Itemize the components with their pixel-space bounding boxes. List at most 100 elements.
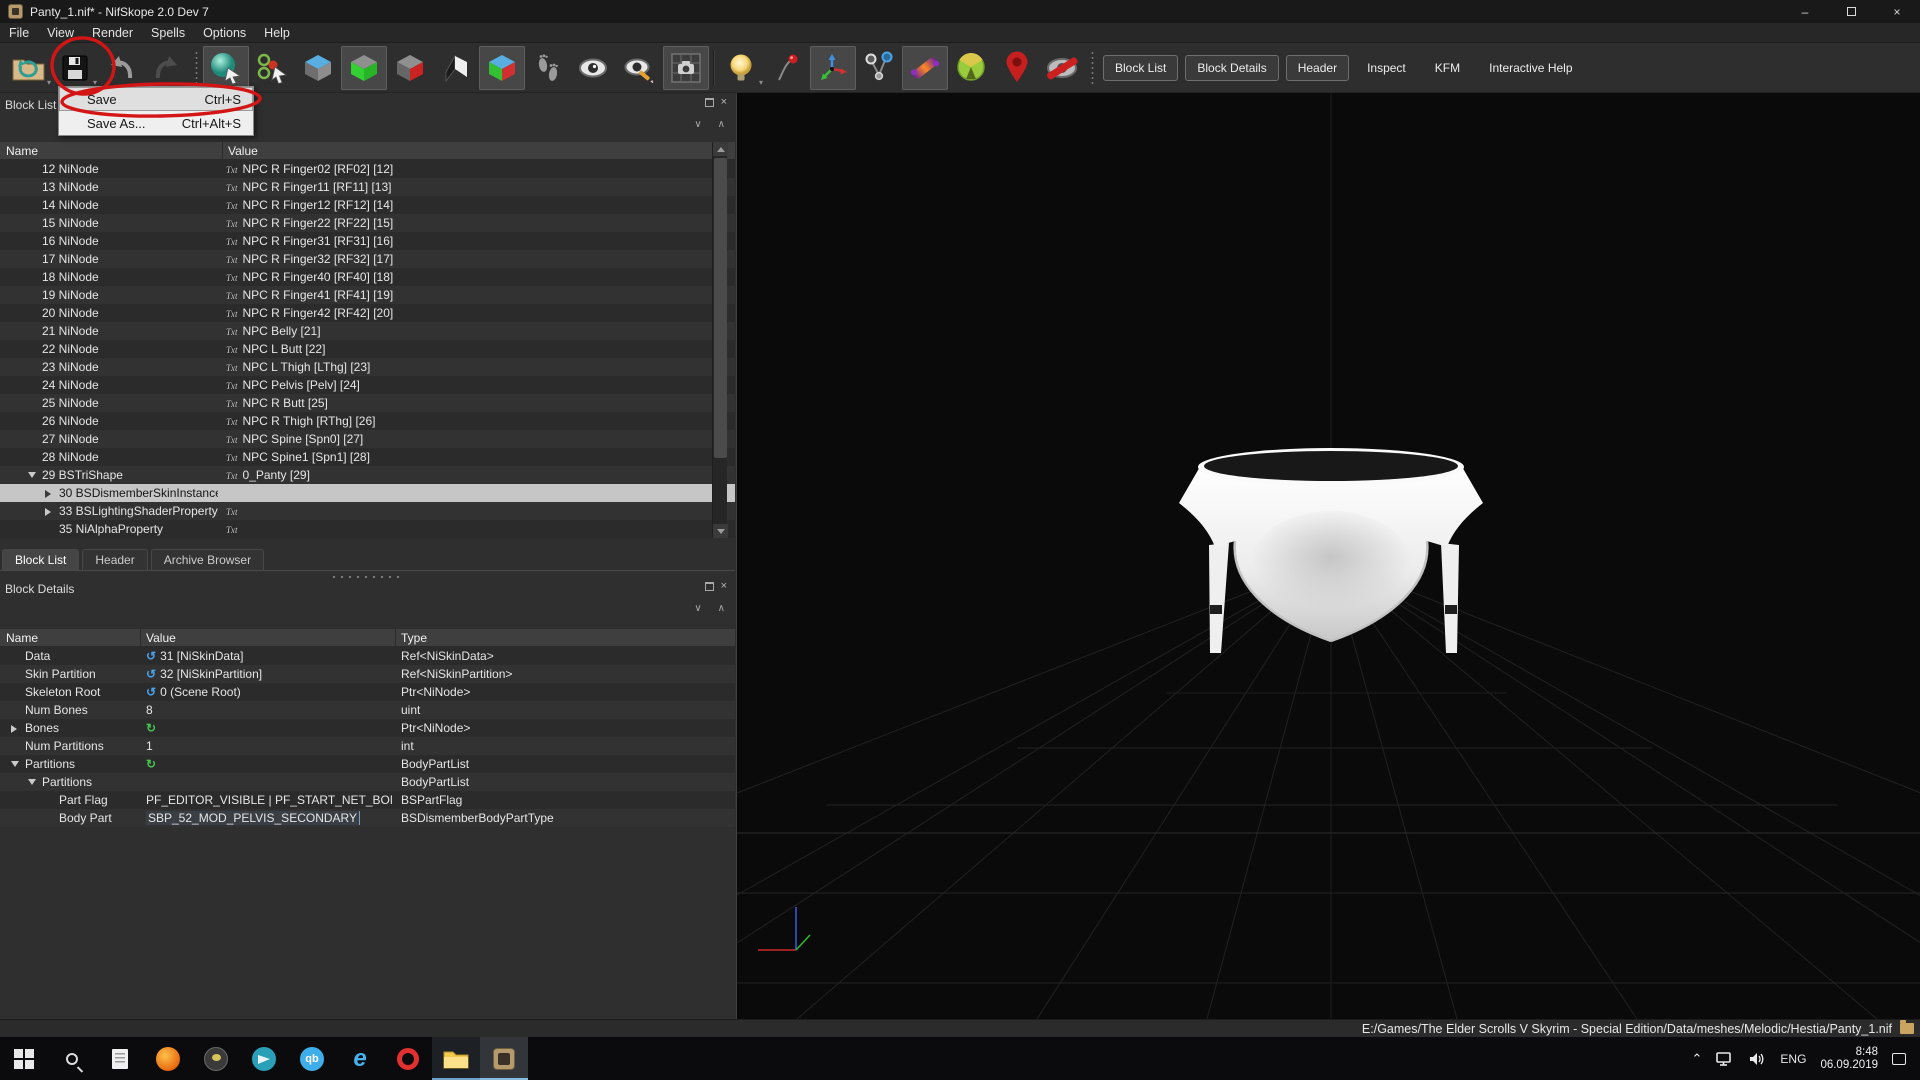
tray-chevron-up-icon[interactable]: ⌃ (1692, 1051, 1703, 1067)
tree-expander-icon[interactable] (28, 472, 36, 478)
tab-block-list[interactable]: Block List (2, 549, 79, 570)
telegram-icon[interactable] (240, 1037, 288, 1080)
firefox-icon[interactable] (144, 1037, 192, 1080)
block-list-row[interactable]: 21 NiNodeTxtNPC Belly [21] (0, 322, 735, 340)
block-list-row[interactable]: 30 BSDismemberSkinInstance (0, 484, 735, 502)
gimp-icon[interactable] (192, 1037, 240, 1080)
qbittorrent-icon[interactable]: qb (288, 1037, 336, 1080)
column-header-value[interactable]: Value (228, 144, 258, 158)
toolbar-button-block-details[interactable]: Block Details (1185, 55, 1278, 81)
menu-item-save[interactable]: SaveCtrl+S (59, 87, 253, 111)
cube-blue-icon[interactable] (295, 46, 341, 90)
maximize-button[interactable] (1828, 0, 1874, 23)
menu-view[interactable]: View (38, 24, 83, 42)
block-details-row[interactable]: Part FlagPF_EDITOR_VISIBLE | PF_START_NE… (0, 791, 735, 809)
block-details-row[interactable]: Bones↻Ptr<NiNode> (0, 719, 735, 737)
block-list-row[interactable]: 15 NiNodeTxtNPC R Finger22 [RF22] [15] (0, 214, 735, 232)
tree-expander-icon[interactable] (11, 725, 17, 733)
detail-value[interactable]: ↻ (146, 721, 392, 735)
menu-options[interactable]: Options (194, 24, 255, 42)
scrollbar-thumb[interactable] (714, 158, 727, 458)
detail-value[interactable]: ↻ (146, 757, 392, 771)
tree-expander-icon[interactable] (45, 490, 51, 498)
chevron-up-icon[interactable]: ∧ (718, 120, 725, 130)
block-list-row[interactable]: 35 NiAlphaPropertyTxt (0, 520, 735, 538)
dock-close-icon[interactable]: × (721, 582, 727, 591)
block-list-row[interactable]: 18 NiNodeTxtNPC R Finger40 [RF40] [18] (0, 268, 735, 286)
block-list-row[interactable]: 26 NiNodeTxtNPC R Thigh [RThg] [26] (0, 412, 735, 430)
block-details-row[interactable]: Num Bones8uint (0, 701, 735, 719)
chevron-down-icon[interactable]: ∨ (694, 120, 701, 130)
eye-icon[interactable] (571, 46, 617, 90)
menu-render[interactable]: Render (83, 24, 142, 42)
scrollbar-down-arrow[interactable] (713, 524, 728, 538)
block-list-row[interactable]: 29 BSTriShapeTxt0_Panty [29] (0, 466, 735, 484)
menu-item-save-as-[interactable]: Save As...Ctrl+Alt+S (59, 111, 253, 135)
toolbar-button-inspect[interactable]: Inspect (1356, 56, 1417, 80)
block-details-row[interactable]: Skeleton Root↺0 (Scene Root)Ptr<NiNode> (0, 683, 735, 701)
column-header-name[interactable]: Name (6, 144, 38, 158)
toolbar-button-block-list[interactable]: Block List (1103, 55, 1178, 81)
toolbar-button-header[interactable]: Header (1286, 55, 1349, 81)
column-header-name[interactable]: Name (6, 631, 38, 645)
map-pin-icon[interactable] (994, 46, 1040, 90)
footprints-icon[interactable] (525, 46, 571, 90)
volume-icon[interactable] (1748, 1052, 1766, 1066)
orbit-sphere-icon[interactable] (203, 46, 249, 90)
tray-clock[interactable]: 8:48 06.09.2019 (1820, 1046, 1878, 1072)
vertex-select-icon[interactable] (249, 46, 295, 90)
detail-value[interactable]: SBP_52_MOD_PELVIS_SECONDARY (146, 811, 392, 825)
block-list-row[interactable]: 23 NiNodeTxtNPC L Thigh [LThg] [23] (0, 358, 735, 376)
block-list-row[interactable]: 12 NiNodeTxtNPC R Finger02 [RF02] [12] (0, 160, 735, 178)
block-list-row[interactable]: 20 NiNodeTxtNPC R Finger42 [RF42] [20] (0, 304, 735, 322)
start-button[interactable] (0, 1037, 48, 1080)
block-list-row[interactable]: 25 NiNodeTxtNPC R Butt [25] (0, 394, 735, 412)
block-list-row[interactable]: 16 NiNodeTxtNPC R Finger31 [RF31] [16] (0, 232, 735, 250)
chevron-up-icon[interactable]: ∧ (718, 604, 725, 614)
tree-expander-icon[interactable] (45, 508, 51, 516)
bone-joints-icon[interactable] (856, 46, 902, 90)
opera-icon[interactable] (384, 1037, 432, 1080)
block-list-scrollbar[interactable] (712, 142, 727, 538)
block-details-row[interactable]: Body PartSBP_52_MOD_PELVIS_SECONDARYBSDi… (0, 809, 735, 827)
nifskope-taskbar-icon[interactable] (480, 1037, 528, 1080)
redo-icon[interactable] (144, 46, 190, 90)
bone-heat-icon[interactable] (902, 46, 948, 90)
file-explorer-icon[interactable] (432, 1037, 480, 1080)
plane-flip-icon[interactable] (433, 46, 479, 90)
detail-value[interactable]: PF_EDITOR_VISIBLE | PF_START_NET_BONESET (146, 793, 392, 807)
scrollbar-up-arrow[interactable] (713, 142, 728, 156)
save-icon[interactable]: ▾ (52, 46, 98, 90)
dock-float-icon[interactable] (705, 582, 714, 591)
camera-grid-icon[interactable] (663, 46, 709, 90)
block-list-row[interactable]: 24 NiNodeTxtNPC Pelvis [Pelv] [24] (0, 376, 735, 394)
cube-red-icon[interactable] (387, 46, 433, 90)
block-list-row[interactable]: 27 NiNodeTxtNPC Spine [Spn0] [27] (0, 430, 735, 448)
detail-value[interactable]: ↺31 [NiSkinData] (146, 649, 392, 663)
menu-spells[interactable]: Spells (142, 24, 194, 42)
undo-icon[interactable] (98, 46, 144, 90)
viewport-3d[interactable] (736, 93, 1920, 1019)
toolbar-button-interactive-help[interactable]: Interactive Help (1478, 56, 1583, 80)
network-icon[interactable] (1716, 1052, 1734, 1066)
tab-header[interactable]: Header (82, 549, 147, 570)
menu-file[interactable]: File (0, 24, 38, 42)
action-center-icon[interactable] (1892, 1053, 1906, 1065)
block-list-row[interactable]: 28 NiNodeTxtNPC Spine1 [Spn1] [28] (0, 448, 735, 466)
block-list-row[interactable]: 13 NiNodeTxtNPC R Finger11 [RF11] [13] (0, 178, 735, 196)
detail-value[interactable]: ↺32 [NiSkinPartition] (146, 667, 392, 681)
cube-green-icon[interactable] (341, 46, 387, 90)
block-details-row[interactable]: Partitions↻BodyPartList (0, 755, 735, 773)
eye-edit-icon[interactable] (617, 46, 663, 90)
vertex-pin-icon[interactable] (764, 46, 810, 90)
detail-value[interactable]: 8 (146, 703, 392, 717)
block-list-row[interactable]: 22 NiNodeTxtNPC L Butt [22] (0, 340, 735, 358)
block-list-row[interactable]: 14 NiNodeTxtNPC R Finger12 [RF12] [14] (0, 196, 735, 214)
column-header-type[interactable]: Type (401, 631, 427, 645)
tree-expander-icon[interactable] (28, 779, 36, 785)
internet-explorer-icon[interactable]: e (336, 1037, 384, 1080)
tab-archive-browser[interactable]: Archive Browser (151, 549, 264, 570)
block-details-row[interactable]: Skin Partition↺32 [NiSkinPartition]Ref<N… (0, 665, 735, 683)
notepad-icon[interactable] (96, 1037, 144, 1080)
tree-expander-icon[interactable] (11, 761, 19, 767)
